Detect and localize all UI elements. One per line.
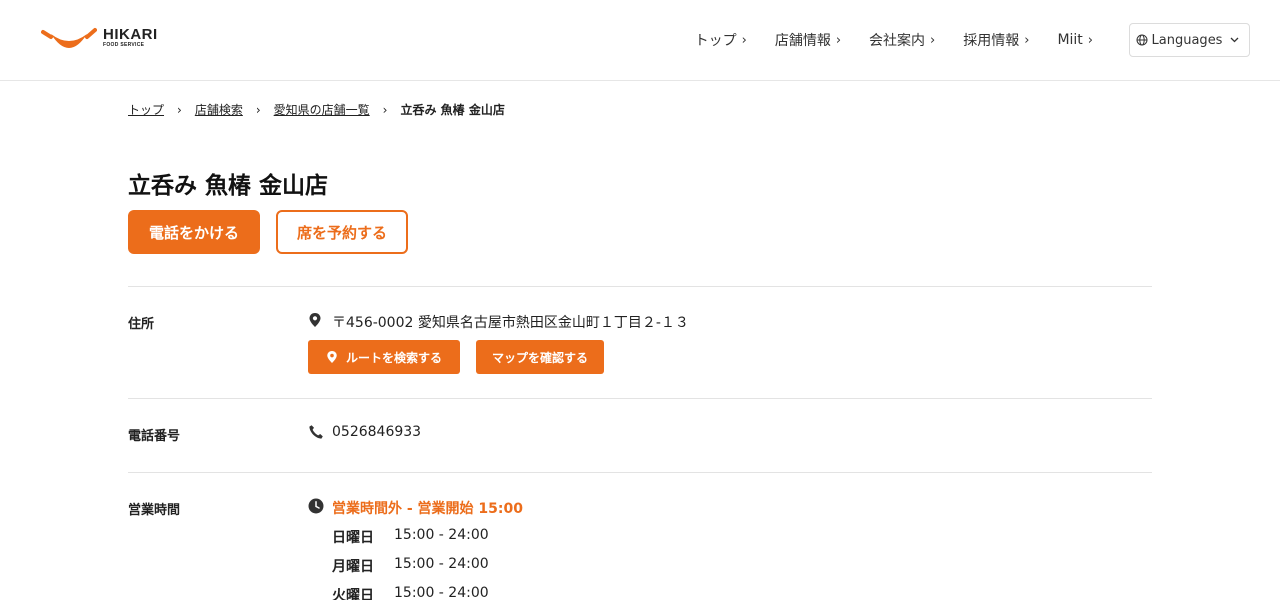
hours-row: 火曜日 15:00 - 24:00 (332, 585, 489, 600)
nav-label: 会社案内 (869, 33, 926, 49)
globe-icon (1136, 34, 1148, 46)
chevron-down-icon (1231, 37, 1239, 43)
phone-icon (309, 425, 323, 439)
chevron-right-icon: › (741, 32, 747, 48)
languages-button[interactable]: Languages (1129, 23, 1250, 57)
breadcrumb-aichi-list[interactable]: 愛知県の店舗一覧 (274, 101, 370, 118)
chevron-right-icon: › (1024, 32, 1030, 48)
breadcrumb-current: 立呑み 魚椿 金山店 (400, 103, 505, 117)
phone-number[interactable]: 0526846933 (332, 424, 421, 440)
call-button[interactable]: 電話をかける (128, 210, 260, 254)
hours-day: 月曜日 (332, 559, 374, 575)
nav-company[interactable]: 会社案内 › (869, 30, 935, 50)
nav-recruit[interactable]: 採用情報 › (963, 30, 1029, 50)
route-search-label: ルートを検索する (345, 350, 442, 365)
route-search-button[interactable]: ルートを検索する (308, 340, 460, 374)
hours-time: 15:00 - 24:00 (394, 556, 489, 572)
logo[interactable]: HIKARI FOOD SERVICE (41, 24, 158, 52)
chevron-right-icon: › (382, 102, 388, 117)
nav-top[interactable]: トップ › (695, 30, 747, 50)
logo-wordmark: HIKARI (103, 26, 158, 43)
hours-status: 営業時間外 - 営業開始 15:00 (332, 501, 523, 517)
chevron-right-icon: › (835, 32, 842, 48)
breadcrumb-store-search[interactable]: 店舗検索 (195, 101, 243, 118)
page-title: 立呑み 魚椿 金山店 (128, 173, 329, 199)
chevron-right-icon: › (177, 102, 182, 117)
chevron-right-icon: › (255, 102, 261, 117)
nav-miit[interactable]: Miit › (1057, 32, 1093, 48)
hours-day: 日曜日 (332, 530, 374, 546)
reserve-button[interactable]: 席を予約する (276, 210, 408, 254)
breadcrumb-top[interactable]: トップ (128, 101, 164, 118)
hours-row: 月曜日 15:00 - 24:00 (332, 556, 489, 576)
hours-day: 火曜日 (332, 588, 374, 600)
breadcrumb: トップ › 店舗検索 › 愛知県の店舗一覧 › 立呑み 魚椿 金山店 (128, 101, 505, 118)
logo-tagline: FOOD SERVICE (103, 42, 145, 48)
location-pin-icon (309, 313, 321, 327)
location-pin-icon (327, 351, 337, 363)
chevron-right-icon: › (930, 32, 936, 48)
hours-time: 15:00 - 24:00 (394, 585, 489, 600)
nav-label: 採用情報 (963, 33, 1020, 49)
divider (128, 472, 1152, 473)
divider (128, 398, 1152, 399)
address-label: 住所 (128, 317, 155, 332)
hours-label: 営業時間 (128, 503, 181, 518)
main-nav: トップ › 店舗情報 › 会社案内 › 採用情報 › Miit › Langua… (695, 0, 1280, 80)
view-map-button[interactable]: マップを確認する (476, 340, 604, 374)
languages-label: Languages (1151, 32, 1223, 48)
nav-label: トップ (694, 33, 737, 49)
nav-label: 店舗情報 (774, 33, 831, 49)
clock-icon (308, 498, 324, 514)
nav-store-info[interactable]: 店舗情報 › (775, 30, 841, 50)
address-text: 〒456-0002 愛知県名古屋市熱田区金山町１丁目２-１３ (332, 315, 689, 331)
phone-label: 電話番号 (128, 429, 181, 444)
smile-bowl-icon (41, 28, 97, 48)
view-map-label: マップを確認する (491, 350, 588, 365)
nav-label: Miit (1057, 32, 1083, 48)
chevron-right-icon: › (1087, 32, 1093, 48)
site-header: HIKARI FOOD SERVICE トップ › 店舗情報 › 会社案内 › … (0, 0, 1280, 81)
hours-time: 15:00 - 24:00 (394, 527, 489, 543)
divider (128, 286, 1152, 287)
hours-row: 日曜日 15:00 - 24:00 (332, 527, 489, 547)
